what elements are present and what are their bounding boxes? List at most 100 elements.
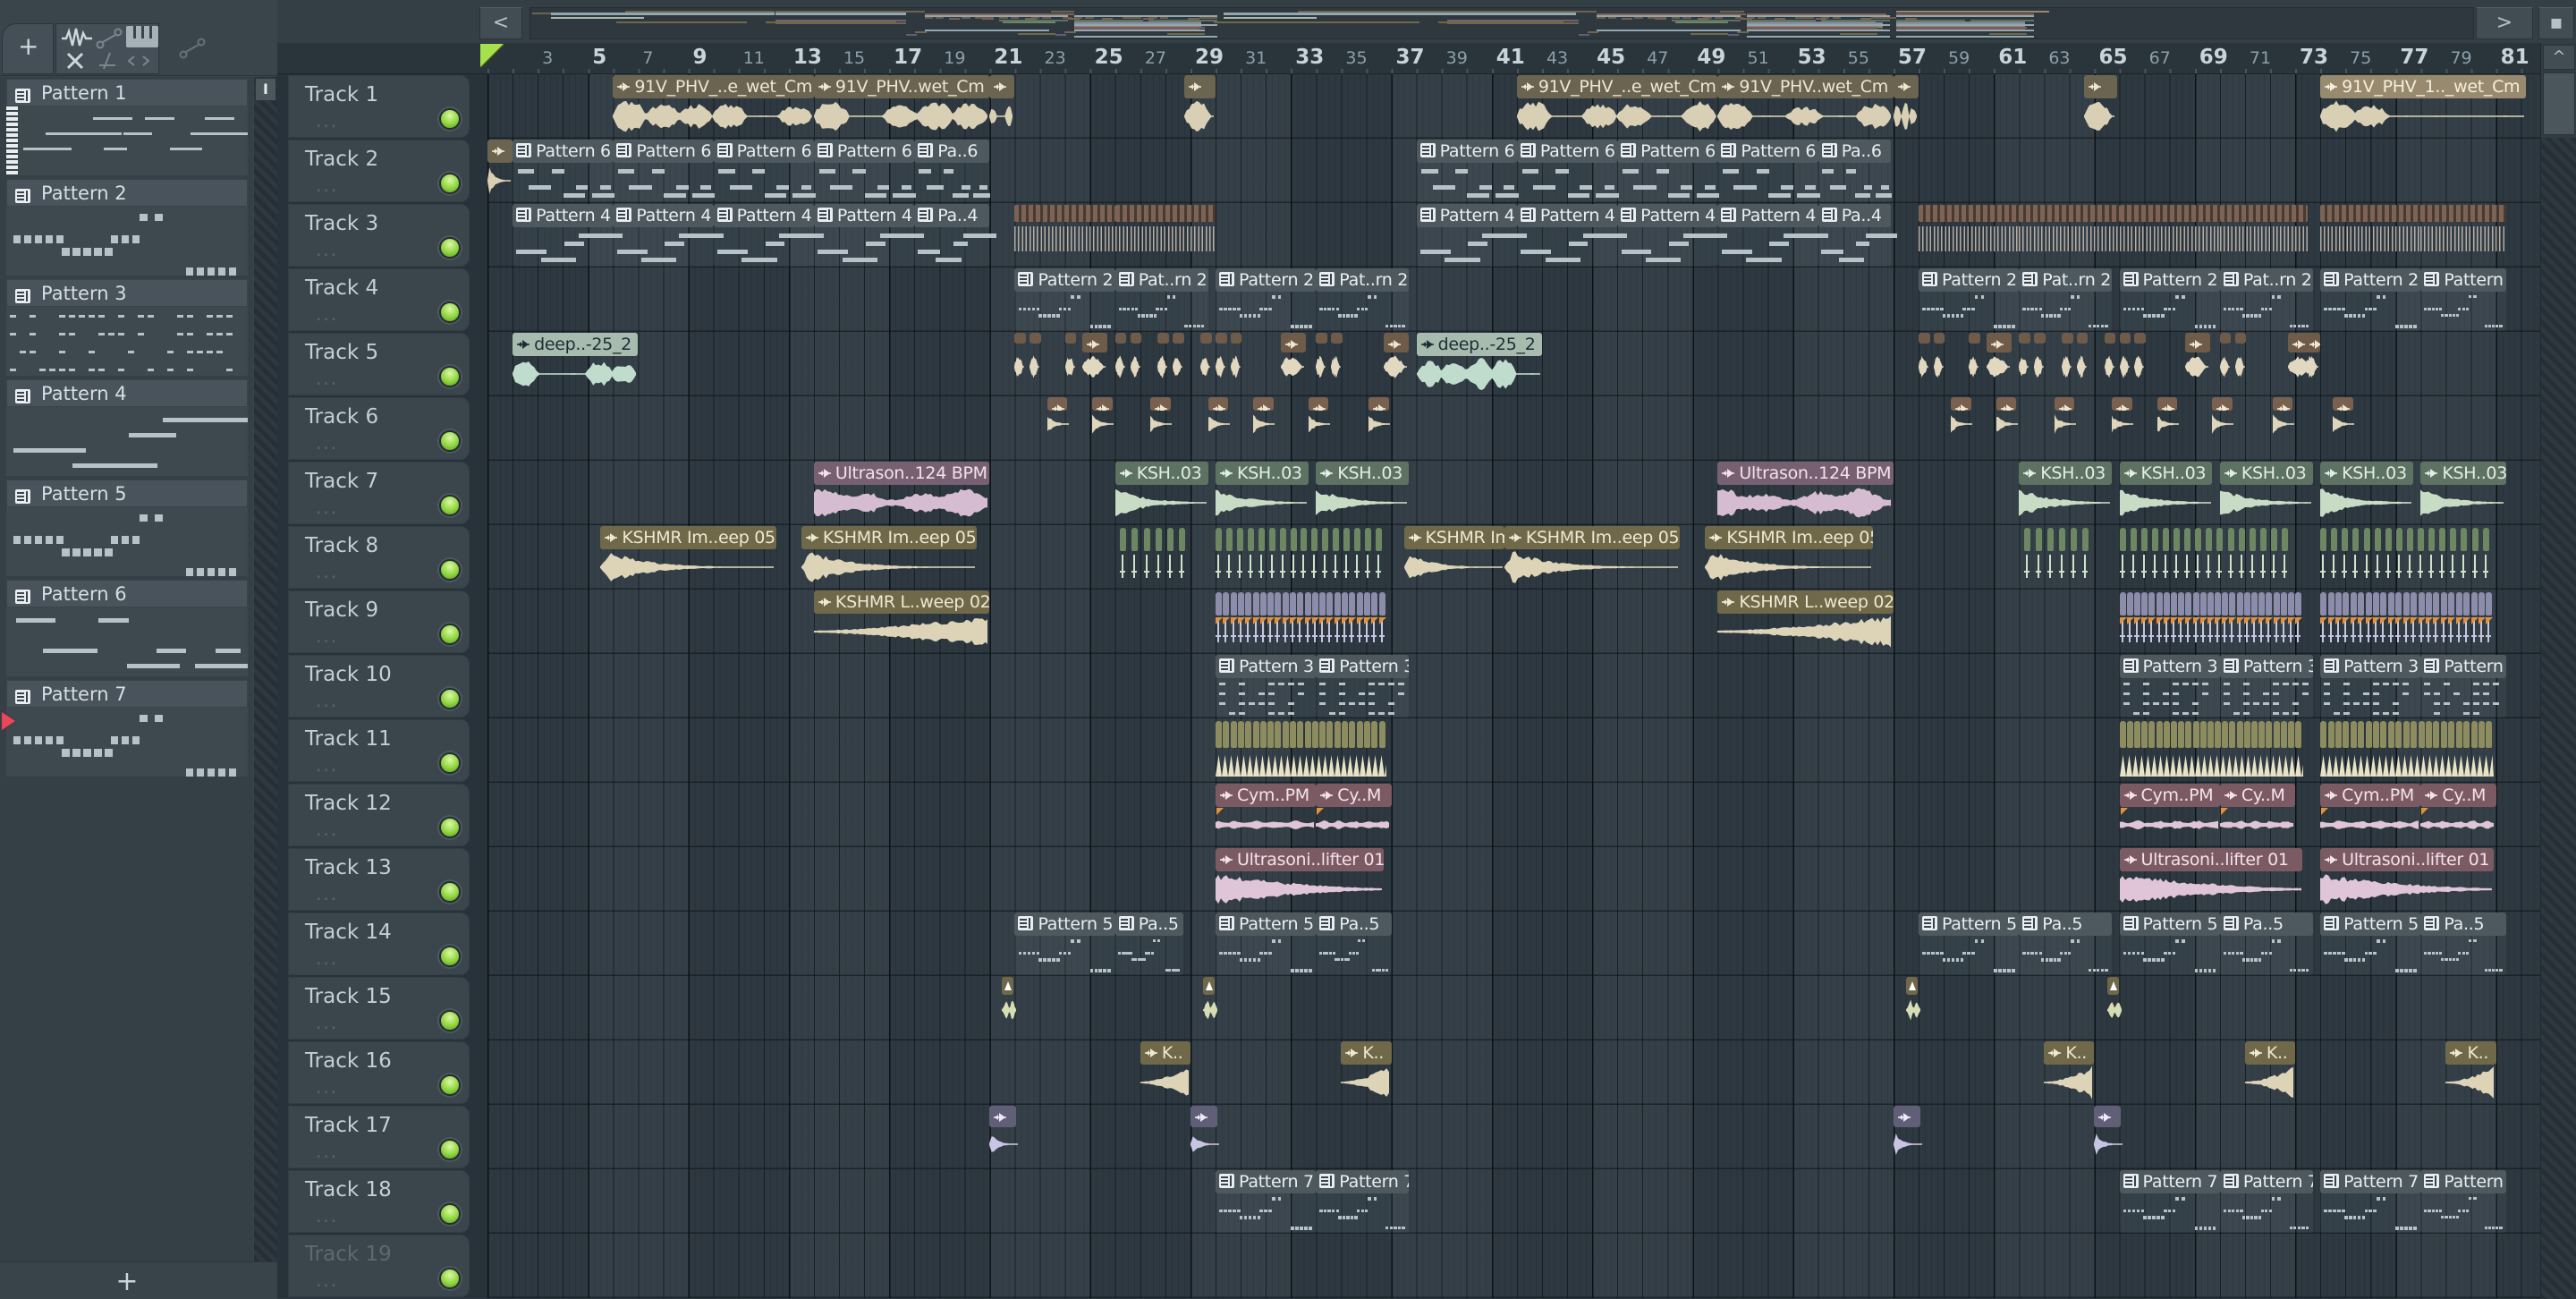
audio-clip-header[interactable] bbox=[1183, 75, 1216, 98]
kick-clip-header[interactable] bbox=[1130, 333, 1142, 344]
audio-clip[interactable]: KSHMR Im..eep 05 bbox=[801, 526, 978, 589]
kick-clip-header[interactable] bbox=[1014, 333, 1027, 344]
perc-hit-clip[interactable] bbox=[2157, 397, 2179, 460]
kick-clip-header[interactable] bbox=[1082, 333, 1108, 352]
track-mute-led[interactable] bbox=[439, 301, 461, 323]
kick-clip[interactable] bbox=[1316, 333, 1327, 395]
audio-clip[interactable]: 91V_PHV_1.._wet_Cm #3 bbox=[2320, 75, 2527, 138]
pattern-clip[interactable]: Pa..5 bbox=[2019, 913, 2113, 975]
fx-hit-clip[interactable] bbox=[1905, 977, 1920, 1040]
pattern-clip[interactable]: Pa..5 bbox=[2219, 913, 2313, 975]
kick-clip-header[interactable] bbox=[1157, 333, 1170, 344]
audio-clip-header[interactable]: KSHMR Im..eep 05 bbox=[801, 526, 978, 549]
pattern-clip-header[interactable]: Pattern 5 bbox=[1216, 913, 1317, 936]
perc-hit-clip[interactable] bbox=[1951, 397, 1973, 460]
audio-clip-header[interactable]: KSH..03 bbox=[2320, 462, 2413, 485]
sweep-hit-clip[interactable] bbox=[2094, 1106, 2123, 1168]
hat-roll-clip[interactable] bbox=[2119, 204, 2220, 267]
pattern-clip-header[interactable]: Pat..rn 2 bbox=[1316, 268, 1410, 292]
kick-clip[interactable] bbox=[1130, 333, 1142, 395]
kick-clip[interactable] bbox=[1157, 333, 1170, 395]
audio-clip-header[interactable]: KSHMR Im..eep 05 bbox=[1705, 526, 1874, 549]
hat-roll-clip[interactable] bbox=[1114, 204, 1216, 267]
pattern-item-5[interactable]: Pattern 5 bbox=[0, 478, 253, 578]
scroll-right-button[interactable]: > bbox=[2476, 7, 2533, 39]
chop-cluster[interactable] bbox=[2320, 590, 2494, 653]
kick-clip-header[interactable] bbox=[1969, 333, 1980, 344]
audio-clip[interactable]: K.. bbox=[2445, 1041, 2496, 1104]
pattern-clip[interactable]: Pattern 3 bbox=[2219, 655, 2313, 717]
chop-cluster[interactable] bbox=[2119, 719, 2303, 782]
audio-clip-header[interactable]: KSH..03 bbox=[2219, 462, 2313, 485]
pattern-name-bar[interactable]: Pattern 5 bbox=[6, 480, 248, 507]
pattern-clip-header[interactable]: Pattern 5 bbox=[2119, 913, 2220, 936]
track-header-19[interactable]: Track 19... bbox=[288, 1235, 470, 1297]
pattern-item-7[interactable]: Pattern 7 bbox=[0, 678, 253, 778]
pattern-clip-header[interactable]: Pa..6 bbox=[1818, 140, 1892, 163]
pattern-clip[interactable]: Pattern 3 bbox=[1216, 655, 1317, 717]
pattern-clip-header[interactable]: Pattern 6 bbox=[1717, 140, 1818, 163]
pattern-clip-header[interactable]: Pattern 4 bbox=[513, 204, 614, 227]
audio-clip[interactable]: KSH..03 bbox=[2019, 462, 2113, 524]
pattern-clip[interactable]: Pattern 5 bbox=[2119, 913, 2220, 975]
perc-hit-clip[interactable] bbox=[2112, 397, 2134, 460]
audio-clip-header[interactable] bbox=[989, 75, 1015, 98]
kick-clip[interactable] bbox=[2034, 333, 2046, 395]
audio-clip-header[interactable] bbox=[1893, 75, 1919, 98]
perc-hit-header[interactable] bbox=[2272, 397, 2293, 411]
pattern-clip[interactable]: Pattern 2 bbox=[1014, 268, 1115, 331]
audio-clip[interactable]: 91V_PHV_..e_wet_Cm bbox=[1516, 75, 1718, 138]
audio-clip[interactable] bbox=[2084, 75, 2117, 138]
audio-clip[interactable]: Cy..M bbox=[2219, 784, 2296, 846]
corner-button[interactable]: ▪ bbox=[2538, 7, 2574, 39]
pattern-clip[interactable]: Pattern 2 bbox=[2320, 268, 2421, 331]
kick-clip[interactable] bbox=[1331, 333, 1343, 395]
perc-hit-clip[interactable] bbox=[1092, 397, 1114, 460]
audio-clip[interactable]: Ultrasoni..lifter 01 bbox=[2320, 848, 2494, 911]
pattern-clip[interactable]: Pattern 6 bbox=[1516, 140, 1619, 202]
track-header-3[interactable]: Track 3... bbox=[288, 204, 470, 267]
kick-clip[interactable] bbox=[2184, 333, 2210, 395]
perc-hit-header[interactable] bbox=[1208, 397, 1229, 411]
fx-hit-header[interactable] bbox=[1202, 977, 1215, 995]
audio-clip[interactable]: K.. bbox=[2044, 1041, 2095, 1104]
track-mute-led[interactable] bbox=[439, 108, 461, 130]
audio-clip[interactable]: KSH..03 bbox=[2320, 462, 2413, 524]
pattern-clip-header[interactable]: Pattern 4 bbox=[813, 204, 915, 227]
add-pattern-button[interactable]: + bbox=[107, 1266, 147, 1297]
hat-roll-clip[interactable] bbox=[2219, 204, 2309, 267]
sweep-hit-header[interactable] bbox=[1190, 1106, 1217, 1127]
pattern-clip-header[interactable]: Pattern 7 bbox=[2219, 1170, 2313, 1193]
perc-hit-header[interactable] bbox=[2157, 397, 2178, 411]
fx-hit-clip[interactable] bbox=[1002, 977, 1017, 1040]
playlist-grid[interactable]: 91V_PHV_..e_wet_Cm 91V_PHV..wet_Cm 91V_PHV… bbox=[487, 74, 2540, 1298]
track-header-16[interactable]: Track 16... bbox=[288, 1041, 470, 1104]
track-header-10[interactable]: Track 10... bbox=[288, 655, 470, 717]
pattern-clip-header[interactable]: Pa..4 bbox=[914, 204, 990, 227]
kick-clip-header[interactable] bbox=[2305, 333, 2321, 352]
kick-clip-header[interactable] bbox=[2019, 333, 2030, 344]
track-mute-led[interactable] bbox=[439, 495, 461, 516]
fx-hit-header[interactable] bbox=[1002, 977, 1014, 995]
kick-clip[interactable] bbox=[2234, 333, 2247, 395]
pattern-clip-header[interactable]: Pa..5 bbox=[1316, 913, 1392, 936]
pattern-clip-header[interactable]: Pattern 2 bbox=[1216, 268, 1317, 292]
audio-clip[interactable]: KSHMR Im..eep 05 bbox=[1504, 526, 1681, 589]
pattern-clip[interactable]: Pat..rn 2 bbox=[2219, 268, 2313, 331]
perc-hit-clip[interactable] bbox=[2333, 397, 2355, 460]
vertical-scroll-thumb[interactable] bbox=[2543, 72, 2575, 135]
chop-cluster[interactable] bbox=[1120, 526, 1191, 589]
kick-clip-header[interactable] bbox=[2076, 333, 2089, 344]
pattern-clip[interactable]: Pa..4 bbox=[1818, 204, 1898, 267]
kick-clip[interactable] bbox=[1014, 333, 1027, 395]
pattern-clip[interactable]: Pattern 3 bbox=[2320, 655, 2421, 717]
pattern-clip-header[interactable]: Pat..rn 2 bbox=[1114, 268, 1208, 292]
chop-cluster[interactable] bbox=[2023, 526, 2095, 589]
pattern-clip[interactable]: Pattern 6 bbox=[1717, 140, 1820, 202]
pattern-clip-header[interactable]: Pattern 6 bbox=[813, 140, 915, 163]
audio-clip[interactable]: K.. bbox=[1140, 1041, 1191, 1104]
chop-cluster[interactable] bbox=[2320, 719, 2495, 782]
audio-clip-header[interactable]: KSH..03 bbox=[1216, 462, 1309, 485]
pattern-clip-header[interactable]: Pattern 6 bbox=[713, 140, 814, 163]
pattern-clip[interactable]: Pat..rn 2 bbox=[2019, 268, 2113, 331]
